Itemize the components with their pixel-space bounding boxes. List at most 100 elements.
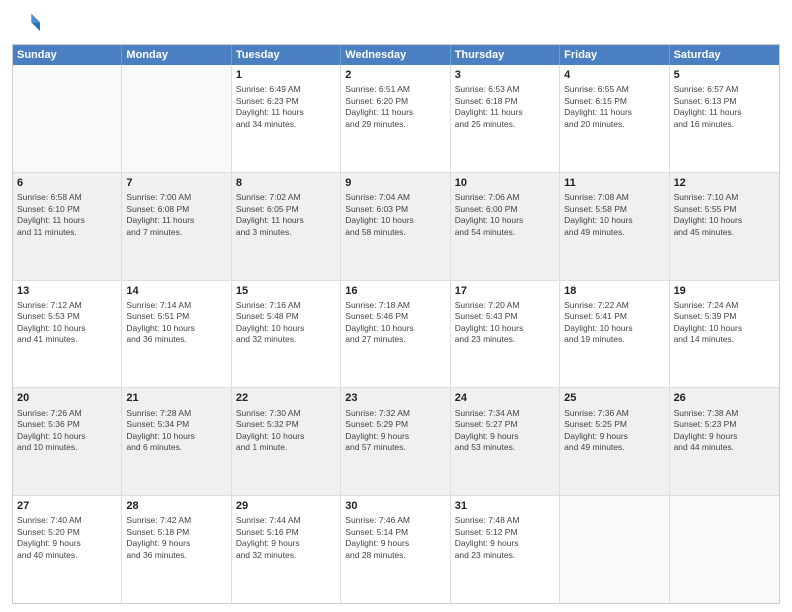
calendar-cell: 25 Sunrise: 7:36 AM Sunset: 5:25 PM Dayli…: [560, 388, 669, 495]
cell-content: Sunrise: 6:53 AM Sunset: 6:18 PM Dayligh…: [455, 84, 555, 130]
cell-content: Sunrise: 7:14 AM Sunset: 5:51 PM Dayligh…: [126, 300, 226, 346]
calendar-cell: 2 Sunrise: 6:51 AM Sunset: 6:20 PM Daylig…: [341, 65, 450, 172]
calendar-cell: [670, 496, 779, 603]
day-number: 19: [674, 284, 775, 298]
calendar-row: 27 Sunrise: 7:40 AM Sunset: 5:20 PM Dayli…: [13, 495, 779, 603]
cell-content: Sunrise: 7:00 AM Sunset: 6:08 PM Dayligh…: [126, 192, 226, 238]
day-number: 17: [455, 284, 555, 298]
logo: [12, 10, 44, 38]
calendar-cell: 27 Sunrise: 7:40 AM Sunset: 5:20 PM Dayli…: [13, 496, 122, 603]
calendar-cell: 21 Sunrise: 7:28 AM Sunset: 5:34 PM Dayli…: [122, 388, 231, 495]
day-number: 2: [345, 68, 445, 82]
cell-content: Sunrise: 7:46 AM Sunset: 5:14 PM Dayligh…: [345, 515, 445, 561]
day-number: 6: [17, 176, 117, 190]
calendar-cell: 26Sunrise: 7:38 AM Sunset: 5:23 PM Dayli…: [670, 388, 779, 495]
calendar-cell: 3 Sunrise: 6:53 AM Sunset: 6:18 PM Daylig…: [451, 65, 560, 172]
cell-content: Sunrise: 7:20 AM Sunset: 5:43 PM Dayligh…: [455, 300, 555, 346]
calendar-body: 1 Sunrise: 6:49 AM Sunset: 6:23 PM Daylig…: [13, 65, 779, 603]
cell-content: Sunrise: 7:36 AM Sunset: 5:25 PM Dayligh…: [564, 408, 664, 454]
calendar-cell: 18Sunrise: 7:22 AM Sunset: 5:41 PM Dayli…: [560, 281, 669, 388]
calendar-row: 1 Sunrise: 6:49 AM Sunset: 6:23 PM Daylig…: [13, 65, 779, 172]
calendar-cell: 14 Sunrise: 7:14 AM Sunset: 5:51 PM Dayli…: [122, 281, 231, 388]
calendar-cell: 8Sunrise: 7:02 AM Sunset: 6:05 PM Daylig…: [232, 173, 341, 280]
calendar-header: SundayMondayTuesdayWednesdayThursdayFrid…: [13, 45, 779, 65]
day-number: 5: [674, 68, 775, 82]
calendar-cell: 17 Sunrise: 7:20 AM Sunset: 5:43 PM Dayli…: [451, 281, 560, 388]
day-number: 12: [674, 176, 775, 190]
cell-content: Sunrise: 7:06 AM Sunset: 6:00 PM Dayligh…: [455, 192, 555, 238]
calendar-cell: 24 Sunrise: 7:34 AM Sunset: 5:27 PM Dayli…: [451, 388, 560, 495]
calendar-cell: 28 Sunrise: 7:42 AM Sunset: 5:18 PM Dayli…: [122, 496, 231, 603]
day-number: 13: [17, 284, 117, 298]
calendar-cell: 4Sunrise: 6:55 AM Sunset: 6:15 PM Daylig…: [560, 65, 669, 172]
cell-content: Sunrise: 7:42 AM Sunset: 5:18 PM Dayligh…: [126, 515, 226, 561]
cell-content: Sunrise: 7:48 AM Sunset: 5:12 PM Dayligh…: [455, 515, 555, 561]
calendar-cell: 29Sunrise: 7:44 AM Sunset: 5:16 PM Dayli…: [232, 496, 341, 603]
weekday-header: Tuesday: [232, 45, 341, 65]
calendar-cell: 1 Sunrise: 6:49 AM Sunset: 6:23 PM Daylig…: [232, 65, 341, 172]
cell-content: Sunrise: 7:16 AM Sunset: 5:48 PM Dayligh…: [236, 300, 336, 346]
day-number: 23: [345, 391, 445, 405]
calendar-cell: 15 Sunrise: 7:16 AM Sunset: 5:48 PM Dayli…: [232, 281, 341, 388]
logo-icon: [12, 10, 40, 38]
weekday-header: Monday: [122, 45, 231, 65]
page-header: [12, 10, 780, 38]
calendar-cell: 19 Sunrise: 7:24 AM Sunset: 5:39 PM Dayli…: [670, 281, 779, 388]
cell-content: Sunrise: 7:28 AM Sunset: 5:34 PM Dayligh…: [126, 408, 226, 454]
cell-content: Sunrise: 7:24 AM Sunset: 5:39 PM Dayligh…: [674, 300, 775, 346]
day-number: 3: [455, 68, 555, 82]
day-number: 21: [126, 391, 226, 405]
day-number: 25: [564, 391, 664, 405]
weekday-header: Saturday: [670, 45, 779, 65]
day-number: 22: [236, 391, 336, 405]
day-number: 11: [564, 176, 664, 190]
cell-content: Sunrise: 7:32 AM Sunset: 5:29 PM Dayligh…: [345, 408, 445, 454]
calendar-cell: 13 Sunrise: 7:12 AM Sunset: 5:53 PM Dayli…: [13, 281, 122, 388]
cell-content: Sunrise: 7:34 AM Sunset: 5:27 PM Dayligh…: [455, 408, 555, 454]
calendar-row: 6 Sunrise: 6:58 AM Sunset: 6:10 PM Daylig…: [13, 172, 779, 280]
calendar-cell: 16Sunrise: 7:18 AM Sunset: 5:46 PM Dayli…: [341, 281, 450, 388]
calendar-row: 20Sunrise: 7:26 AM Sunset: 5:36 PM Dayli…: [13, 387, 779, 495]
day-number: 30: [345, 499, 445, 513]
weekday-header: Sunday: [13, 45, 122, 65]
calendar-cell: 20Sunrise: 7:26 AM Sunset: 5:36 PM Dayli…: [13, 388, 122, 495]
cell-content: Sunrise: 6:51 AM Sunset: 6:20 PM Dayligh…: [345, 84, 445, 130]
day-number: 16: [345, 284, 445, 298]
day-number: 7: [126, 176, 226, 190]
calendar-cell: 30 Sunrise: 7:46 AM Sunset: 5:14 PM Dayli…: [341, 496, 450, 603]
cell-content: Sunrise: 7:12 AM Sunset: 5:53 PM Dayligh…: [17, 300, 117, 346]
cell-content: Sunrise: 7:40 AM Sunset: 5:20 PM Dayligh…: [17, 515, 117, 561]
cell-content: Sunrise: 7:10 AM Sunset: 5:55 PM Dayligh…: [674, 192, 775, 238]
cell-content: Sunrise: 6:58 AM Sunset: 6:10 PM Dayligh…: [17, 192, 117, 238]
cell-content: Sunrise: 6:49 AM Sunset: 6:23 PM Dayligh…: [236, 84, 336, 130]
calendar-cell: 12 Sunrise: 7:10 AM Sunset: 5:55 PM Dayli…: [670, 173, 779, 280]
calendar-cell: [13, 65, 122, 172]
day-number: 1: [236, 68, 336, 82]
calendar-cell: 9 Sunrise: 7:04 AM Sunset: 6:03 PM Daylig…: [341, 173, 450, 280]
calendar-cell: 11 Sunrise: 7:08 AM Sunset: 5:58 PM Dayli…: [560, 173, 669, 280]
calendar-cell: [560, 496, 669, 603]
day-number: 14: [126, 284, 226, 298]
day-number: 31: [455, 499, 555, 513]
calendar-row: 13 Sunrise: 7:12 AM Sunset: 5:53 PM Dayli…: [13, 280, 779, 388]
day-number: 15: [236, 284, 336, 298]
day-number: 24: [455, 391, 555, 405]
day-number: 28: [126, 499, 226, 513]
cell-content: Sunrise: 6:57 AM Sunset: 6:13 PM Dayligh…: [674, 84, 775, 130]
calendar-cell: [122, 65, 231, 172]
day-number: 9: [345, 176, 445, 190]
cell-content: Sunrise: 7:04 AM Sunset: 6:03 PM Dayligh…: [345, 192, 445, 238]
weekday-header: Thursday: [451, 45, 560, 65]
calendar: SundayMondayTuesdayWednesdayThursdayFrid…: [12, 44, 780, 604]
cell-content: Sunrise: 7:30 AM Sunset: 5:32 PM Dayligh…: [236, 408, 336, 454]
day-number: 20: [17, 391, 117, 405]
cell-content: Sunrise: 6:55 AM Sunset: 6:15 PM Dayligh…: [564, 84, 664, 130]
page-container: SundayMondayTuesdayWednesdayThursdayFrid…: [0, 0, 792, 612]
cell-content: Sunrise: 7:02 AM Sunset: 6:05 PM Dayligh…: [236, 192, 336, 238]
day-number: 27: [17, 499, 117, 513]
cell-content: Sunrise: 7:08 AM Sunset: 5:58 PM Dayligh…: [564, 192, 664, 238]
calendar-cell: 31 Sunrise: 7:48 AM Sunset: 5:12 PM Dayli…: [451, 496, 560, 603]
calendar-cell: 10 Sunrise: 7:06 AM Sunset: 6:00 PM Dayli…: [451, 173, 560, 280]
cell-content: Sunrise: 7:44 AM Sunset: 5:16 PM Dayligh…: [236, 515, 336, 561]
day-number: 10: [455, 176, 555, 190]
